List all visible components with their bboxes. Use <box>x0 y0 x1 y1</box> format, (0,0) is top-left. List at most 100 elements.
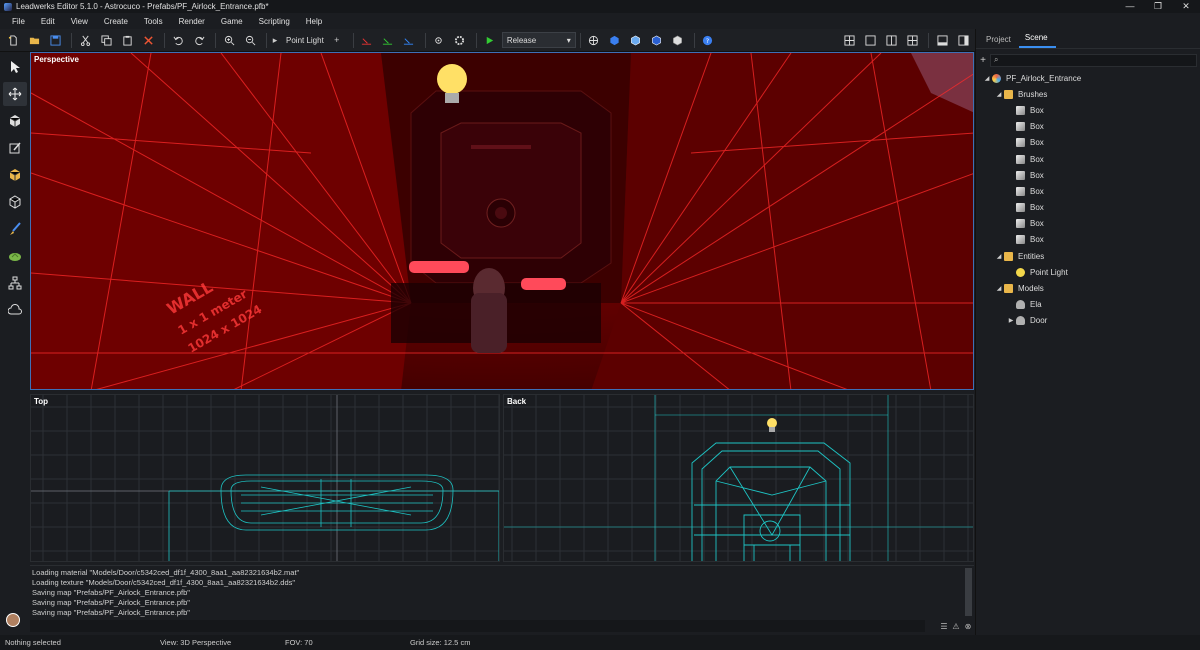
top-viewport[interactable]: Top <box>30 394 500 562</box>
redo-icon[interactable] <box>190 32 208 49</box>
menu-help[interactable]: Help <box>306 17 322 26</box>
perspective-label: Perspective <box>34 55 79 64</box>
tree-node-door[interactable]: ▶ Door <box>976 313 1200 329</box>
cut-icon[interactable] <box>76 32 94 49</box>
add-node-icon[interactable]: + <box>976 55 990 66</box>
tree-node-label: Point Light <box>1030 267 1068 277</box>
chevron-down-icon[interactable]: ◢ <box>994 253 1004 260</box>
delete-icon[interactable] <box>139 32 157 49</box>
tree-node-box[interactable]: Box <box>976 200 1200 216</box>
cube-blue-icon[interactable] <box>627 32 645 49</box>
user-avatar[interactable] <box>6 613 20 627</box>
menu-scripting[interactable]: Scripting <box>259 17 290 26</box>
edit-tool-icon[interactable] <box>3 136 27 160</box>
tab-project[interactable]: Project <box>980 35 1019 48</box>
layout-vsplit-icon[interactable] <box>882 32 900 49</box>
menu-create[interactable]: Create <box>104 17 128 26</box>
cloud-icon[interactable] <box>3 298 27 322</box>
gear-icon[interactable] <box>451 32 469 49</box>
zoom-in-icon[interactable] <box>220 32 238 49</box>
terrain-tool-icon[interactable] <box>3 244 27 268</box>
clear-icon[interactable]: ⊗ <box>962 622 974 631</box>
rotate-tool-icon[interactable] <box>3 109 27 133</box>
tree-node-models[interactable]: ◢ Models <box>976 280 1200 296</box>
tree-node-box[interactable]: Box <box>976 183 1200 199</box>
status-selection: Nothing selected <box>5 638 61 647</box>
tab-scene[interactable]: Scene <box>1018 33 1056 48</box>
tree-node-brushes[interactable]: ◢ Brushes <box>976 86 1200 102</box>
axis-x-icon[interactable] <box>358 32 376 49</box>
cube-dark-icon[interactable] <box>648 32 666 49</box>
tree-node-ela[interactable]: Ela <box>976 297 1200 313</box>
menu-file[interactable]: File <box>12 17 25 26</box>
axis-z-icon[interactable] <box>400 32 418 49</box>
perspective-viewport[interactable]: Perspective WALL 1 x 1 meter 1024 x 1024 <box>30 52 974 390</box>
wireframe-box-icon[interactable] <box>3 190 27 214</box>
chevron-down-icon[interactable]: ◢ <box>994 91 1004 98</box>
play-icon[interactable] <box>481 32 499 49</box>
tree-node-label: Box <box>1030 186 1044 196</box>
tree-node-entities[interactable]: ◢ Entities <box>976 248 1200 264</box>
save-icon[interactable] <box>46 32 64 49</box>
globe-icon[interactable] <box>585 32 603 49</box>
main-toolbar: ▸ Point Light + Release ▾ ? <box>0 29 975 52</box>
tree-node-label: Box <box>1030 138 1044 148</box>
hierarchy-icon[interactable] <box>3 271 27 295</box>
tree-node-box[interactable]: Box <box>976 167 1200 183</box>
toggle-console-icon[interactable] <box>933 32 951 49</box>
console-input-bar: ☰ ⚠ ⊗ <box>30 619 974 633</box>
chevron-down-icon[interactable]: ◢ <box>982 75 992 82</box>
menu-render[interactable]: Render <box>179 17 205 26</box>
tree-node-box[interactable]: Box <box>976 232 1200 248</box>
build-config-select[interactable]: Release ▾ <box>501 32 576 48</box>
chevron-down-icon[interactable]: ◢ <box>994 285 1004 292</box>
copy-icon[interactable] <box>97 32 115 49</box>
tree-node-box[interactable]: Box <box>976 135 1200 151</box>
status-fov: FOV: 70 <box>285 638 313 647</box>
list-icon[interactable]: ☰ <box>938 622 950 631</box>
console-input[interactable] <box>30 620 925 632</box>
menu-view[interactable]: View <box>71 17 88 26</box>
tree-node-label: Box <box>1030 203 1044 213</box>
help-icon[interactable]: ? <box>699 32 717 49</box>
select-tool-icon[interactable] <box>3 55 27 79</box>
new-icon[interactable] <box>4 32 22 49</box>
menu-game[interactable]: Game <box>221 17 243 26</box>
layout-quad-icon[interactable] <box>840 32 858 49</box>
tree-node-box[interactable]: Box <box>976 119 1200 135</box>
toggle-sidepanel-icon[interactable] <box>954 32 972 49</box>
move-tool-icon[interactable] <box>3 82 27 106</box>
tree-node-pf-airlock-entrance[interactable]: ◢ PF_Airlock_Entrance <box>976 70 1200 86</box>
console-scrollbar[interactable] <box>965 568 972 616</box>
close-window-button[interactable]: ✕ <box>1172 0 1200 13</box>
box-tool-icon[interactable] <box>3 163 27 187</box>
chevron-down-icon: ▾ <box>566 35 571 45</box>
zoom-out-icon[interactable] <box>241 32 259 49</box>
warning-icon[interactable]: ⚠ <box>950 622 962 631</box>
back-viewport[interactable]: Back <box>503 394 974 562</box>
menu-tools[interactable]: Tools <box>144 17 163 26</box>
layout-single-icon[interactable] <box>861 32 879 49</box>
chevron-right-icon[interactable]: ▶ <box>1006 317 1016 324</box>
minimize-button[interactable]: — <box>1116 0 1144 13</box>
maximize-button[interactable]: ❐ <box>1144 0 1172 13</box>
object-type-label[interactable]: Point Light <box>282 32 328 49</box>
undo-icon[interactable] <box>169 32 187 49</box>
menu-edit[interactable]: Edit <box>41 17 55 26</box>
tree-node-box[interactable]: Box <box>976 151 1200 167</box>
tree-node-box[interactable]: Box <box>976 102 1200 118</box>
tree-node-point-light[interactable]: Point Light <box>976 264 1200 280</box>
tree-node-label: Ela <box>1030 300 1042 310</box>
layout-grid-icon[interactable] <box>903 32 921 49</box>
hexagon-blue-icon[interactable] <box>606 32 624 49</box>
paste-icon[interactable] <box>118 32 136 49</box>
tree-node-box[interactable]: Box <box>976 216 1200 232</box>
scene-search-input[interactable]: ⌕ <box>990 53 1197 67</box>
settings-icon[interactable] <box>430 32 448 49</box>
axis-y-icon[interactable] <box>379 32 397 49</box>
paint-brush-icon[interactable] <box>3 217 27 241</box>
cube-white-icon[interactable] <box>669 32 687 49</box>
add-object-icon[interactable]: + <box>328 32 346 49</box>
open-folder-icon[interactable] <box>25 32 43 49</box>
expand-arrow-icon[interactable]: ▸ <box>271 32 279 49</box>
